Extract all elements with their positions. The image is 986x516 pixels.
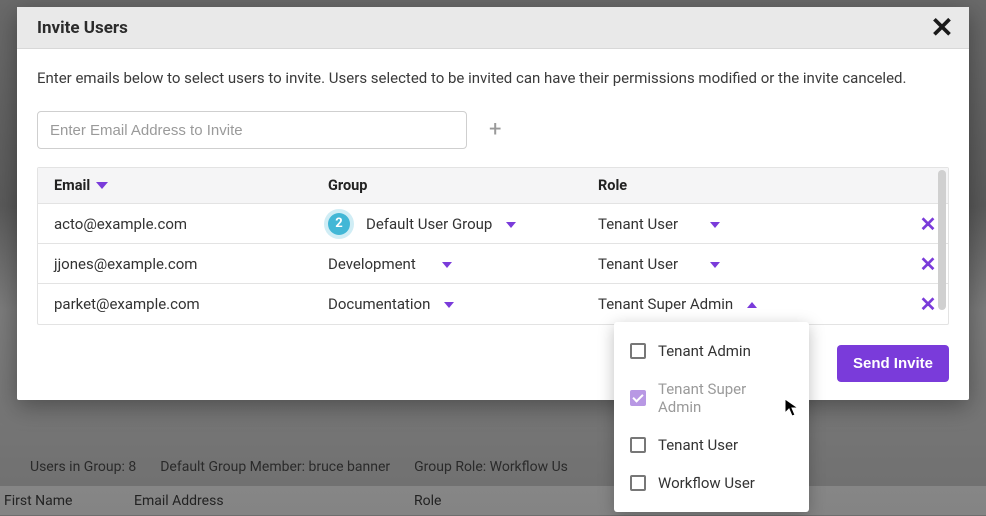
col-header-group[interactable]: Group bbox=[328, 177, 598, 194]
sort-descending-icon bbox=[96, 182, 108, 189]
chevron-up-icon bbox=[747, 295, 757, 313]
email-input[interactable] bbox=[37, 111, 467, 149]
col-header-email[interactable]: Email bbox=[38, 177, 328, 194]
remove-row-button[interactable]: ✕ bbox=[920, 252, 937, 276]
checkbox-icon bbox=[630, 343, 646, 359]
role-option[interactable]: Tenant Super Admin bbox=[614, 370, 809, 426]
invite-table: Email Group Role acto@example.com bbox=[37, 167, 949, 325]
table-row: jjones@example.com Development Tenant Us… bbox=[38, 244, 948, 284]
col-header-group-label: Group bbox=[328, 177, 367, 194]
cell-role[interactable]: Tenant User bbox=[598, 255, 908, 273]
role-option[interactable]: Tenant Admin bbox=[614, 332, 809, 370]
modal-title: Invite Users bbox=[37, 18, 128, 38]
table-header: Email Group Role bbox=[38, 168, 948, 204]
email-text: parket@example.com bbox=[54, 295, 200, 313]
cell-email: jjones@example.com bbox=[38, 255, 328, 273]
role-option-label: Tenant Super Admin bbox=[658, 380, 793, 416]
checkbox-icon bbox=[630, 437, 646, 453]
role-text: Tenant User bbox=[598, 215, 678, 233]
send-invite-button[interactable]: Send Invite bbox=[837, 345, 949, 382]
add-email-button[interactable]: + bbox=[489, 119, 511, 141]
bg-col-role: Role bbox=[414, 493, 441, 509]
remove-row-button[interactable]: ✕ bbox=[920, 212, 937, 236]
role-option[interactable]: Workflow User bbox=[614, 464, 809, 502]
cell-role[interactable]: Tenant User bbox=[598, 215, 908, 233]
col-header-email-label: Email bbox=[54, 177, 90, 194]
scrollbar[interactable] bbox=[938, 170, 946, 310]
email-text: jjones@example.com bbox=[54, 255, 197, 273]
table-body: acto@example.com 2 Default User Group Te… bbox=[38, 204, 948, 324]
checkbox-checked-icon bbox=[630, 390, 646, 406]
invite-users-modal: Invite Users ✕ Enter emails below to sel… bbox=[17, 7, 969, 400]
email-text: acto@example.com bbox=[54, 215, 187, 233]
chevron-down-icon bbox=[506, 215, 516, 233]
bg-col-email: Email Address bbox=[134, 493, 414, 509]
table-row: parket@example.com Documentation Tenant … bbox=[38, 284, 948, 324]
modal-header: Invite Users ✕ bbox=[17, 7, 969, 49]
cell-email: parket@example.com bbox=[38, 295, 328, 313]
default-group-member: Default Group Member: bruce banner bbox=[160, 459, 390, 475]
users-in-group: Users in Group: 8 bbox=[30, 459, 136, 475]
role-text: Tenant Super Admin bbox=[598, 295, 733, 313]
group-info-bar: Users in Group: 8 Default Group Member: … bbox=[10, 452, 976, 482]
role-option-label: Tenant Admin bbox=[658, 342, 751, 360]
bg-col-first-name: First Name bbox=[4, 493, 134, 509]
group-text: Development bbox=[328, 255, 416, 273]
chevron-down-icon bbox=[710, 255, 720, 273]
chevron-down-icon bbox=[710, 215, 720, 233]
modal-footer: Send Invite bbox=[37, 345, 949, 382]
cell-group[interactable]: Development bbox=[328, 255, 598, 273]
chevron-down-icon bbox=[442, 255, 452, 273]
group-count-badge: 2 bbox=[328, 213, 350, 235]
cell-email: acto@example.com bbox=[38, 215, 328, 233]
role-option-label: Workflow User bbox=[658, 474, 755, 492]
remove-row-button[interactable]: ✕ bbox=[920, 292, 937, 316]
cell-group[interactable]: Documentation bbox=[328, 295, 598, 313]
table-row: acto@example.com 2 Default User Group Te… bbox=[38, 204, 948, 244]
group-role: Group Role: Workflow Us bbox=[414, 459, 568, 475]
modal-body: Enter emails below to select users to in… bbox=[17, 49, 969, 400]
modal-description: Enter emails below to select users to in… bbox=[37, 69, 949, 87]
email-entry-row: + bbox=[37, 111, 949, 149]
group-text: Documentation bbox=[328, 295, 430, 313]
col-header-role-label: Role bbox=[598, 177, 627, 194]
background-table-header: First Name Email Address Role bbox=[0, 486, 986, 516]
close-icon[interactable]: ✕ bbox=[929, 15, 955, 41]
cell-role[interactable]: Tenant Super Admin bbox=[598, 295, 908, 313]
role-dropdown[interactable]: Tenant Admin Tenant Super Admin Tenant U… bbox=[614, 322, 809, 512]
checkbox-icon bbox=[630, 475, 646, 491]
role-option[interactable]: Tenant User bbox=[614, 426, 809, 464]
chevron-down-icon bbox=[444, 295, 454, 313]
role-text: Tenant User bbox=[598, 255, 678, 273]
group-text: Default User Group bbox=[366, 215, 492, 233]
role-option-label: Tenant User bbox=[658, 436, 738, 454]
col-header-role[interactable]: Role bbox=[598, 177, 908, 194]
cell-group[interactable]: 2 Default User Group bbox=[328, 213, 598, 235]
